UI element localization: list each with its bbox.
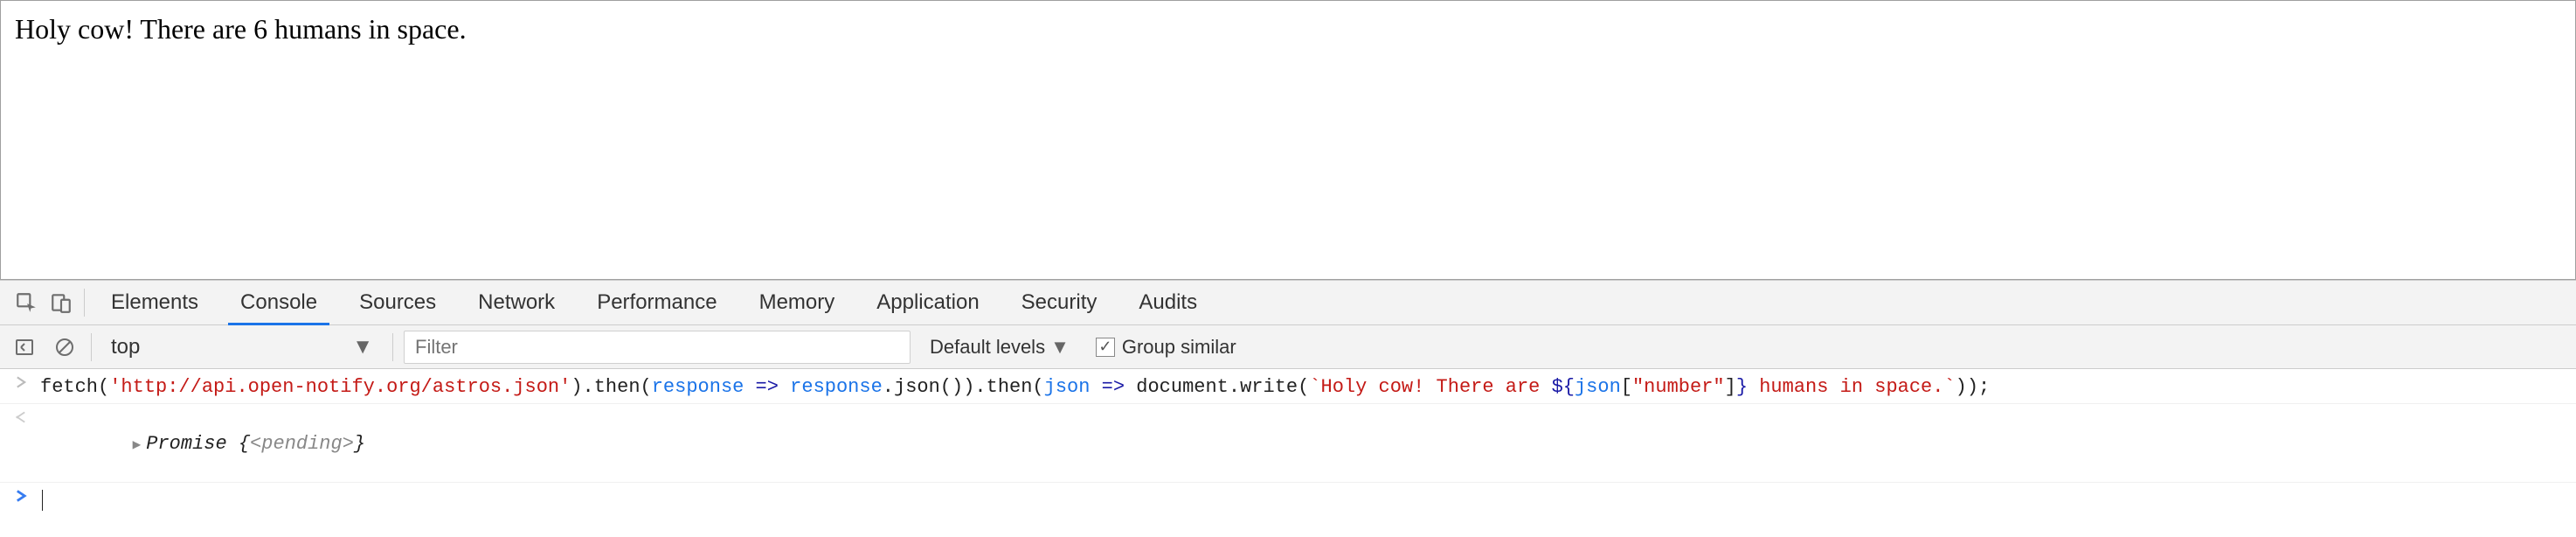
console-log-area: fetch('http://api.open-notify.org/astros… [0,369,2576,518]
tab-application[interactable]: Application [855,280,1000,325]
toggle-device-toolbar-icon[interactable] [44,280,79,325]
toggle-console-sidebar-icon[interactable] [9,325,40,369]
devtools-panel: ElementsConsoleSourcesNetworkPerformance… [0,280,2576,518]
divider [91,333,92,361]
tabs-container: ElementsConsoleSourcesNetworkPerformance… [90,280,1218,325]
tab-elements[interactable]: Elements [90,280,219,325]
tab-sources[interactable]: Sources [338,280,457,325]
tab-network[interactable]: Network [457,280,576,325]
execution-context-value: top [111,335,140,359]
clear-console-icon[interactable] [49,325,80,369]
divider [392,333,393,361]
tab-console[interactable]: Console [219,280,338,325]
console-prompt-input[interactable] [40,488,43,512]
input-marker-icon [10,374,31,388]
tab-audits[interactable]: Audits [1118,280,1218,325]
output-marker-icon [10,409,31,423]
page-body-text: Holy cow! There are 6 humans in space. [15,13,467,45]
page-viewport: Holy cow! There are 6 humans in space. [0,0,2576,280]
group-similar-checkbox-group: ✓ Group similar [1089,336,1243,359]
console-result-value[interactable]: ▶Promise {<pending>} [40,409,365,477]
tab-security[interactable]: Security [1001,280,1118,325]
console-toolbar: top ▼ Default levels ▼ ✓ Group similar [0,325,2576,369]
expand-triangle-icon[interactable]: ▶ [133,436,142,453]
divider [84,289,85,317]
console-result-row: ▶Promise {<pending>} [0,404,2576,483]
chevron-down-icon: ▼ [1050,336,1070,359]
tab-performance[interactable]: Performance [576,280,737,325]
group-similar-checkbox[interactable]: ✓ [1096,338,1115,357]
tab-memory[interactable]: Memory [738,280,856,325]
devtools-tabbar: ElementsConsoleSourcesNetworkPerformance… [0,280,2576,325]
filter-input[interactable] [404,331,911,364]
group-similar-label: Group similar [1122,336,1236,359]
console-prompt-row[interactable] [0,483,2576,518]
console-input-row: fetch('http://api.open-notify.org/astros… [0,369,2576,404]
log-levels-select[interactable]: Default levels ▼ [919,336,1080,359]
execution-context-select[interactable]: top ▼ [102,331,382,364]
chevron-down-icon: ▼ [352,335,373,359]
text-cursor [42,490,43,511]
log-levels-label: Default levels [930,336,1045,359]
inspect-element-icon[interactable] [9,280,44,325]
prompt-marker-icon [10,488,31,502]
console-input-code: fetch('http://api.open-notify.org/astros… [40,374,1990,398]
